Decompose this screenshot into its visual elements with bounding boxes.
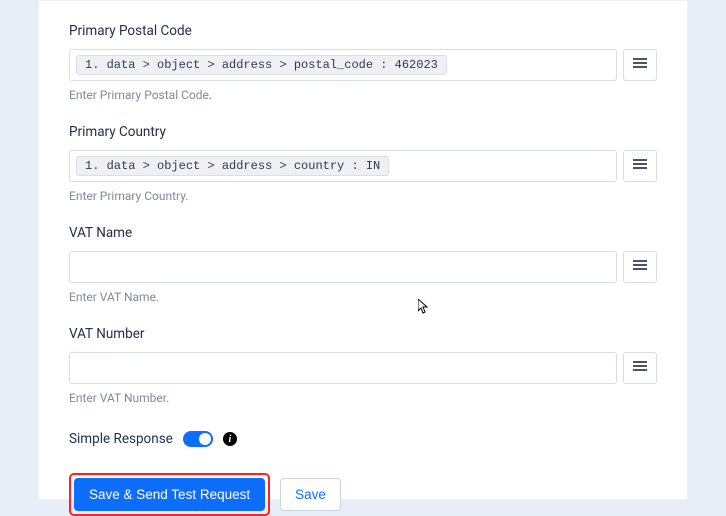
help-text-primary-postal-code: Enter Primary Postal Code. [69,88,657,102]
form-group-primary-country: Primary Country 1. data > object > addre… [69,124,657,203]
label-vat-number: VAT Number [69,326,657,342]
save-button[interactable]: Save [280,478,341,511]
button-row: Save & Send Test Request Save [69,473,657,516]
label-primary-postal-code: Primary Postal Code [69,23,657,39]
mapping-pill[interactable]: 1. data > object > address > country : I… [76,156,389,176]
menu-icon [632,358,648,378]
label-primary-country: Primary Country [69,124,657,140]
menu-button-vat-name[interactable] [623,251,657,283]
simple-response-toggle[interactable] [183,431,213,447]
input-row [69,251,657,283]
toggle-row-simple-response: Simple Response i [69,431,657,447]
vat-name-input[interactable] [69,251,617,283]
mapping-pill[interactable]: 1. data > object > address > postal_code… [76,55,447,75]
help-text-vat-name: Enter VAT Name. [69,290,657,304]
form-panel: Primary Postal Code 1. data > object > a… [38,0,688,500]
highlight-primary-button: Save & Send Test Request [69,473,270,516]
menu-icon [632,156,648,176]
help-text-primary-country: Enter Primary Country. [69,189,657,203]
toggle-label-simple-response: Simple Response [69,431,173,447]
form-group-vat-number: VAT Number Enter VAT Number. [69,326,657,405]
menu-button-primary-country[interactable] [623,150,657,182]
input-row [69,352,657,384]
input-row: 1. data > object > address > country : I… [69,150,657,182]
input-row: 1. data > object > address > postal_code… [69,49,657,81]
menu-icon [632,55,648,75]
toggle-knob [199,433,211,445]
form-group-vat-name: VAT Name Enter VAT Name. [69,225,657,304]
label-vat-name: VAT Name [69,225,657,241]
primary-postal-code-input[interactable]: 1. data > object > address > postal_code… [69,49,617,81]
info-icon[interactable]: i [223,432,237,446]
help-text-vat-number: Enter VAT Number. [69,391,657,405]
form-group-primary-postal-code: Primary Postal Code 1. data > object > a… [69,23,657,102]
primary-country-input[interactable]: 1. data > object > address > country : I… [69,150,617,182]
menu-icon [632,257,648,277]
save-send-test-request-button[interactable]: Save & Send Test Request [74,478,265,511]
menu-button-vat-number[interactable] [623,352,657,384]
vat-number-input[interactable] [69,352,617,384]
menu-button-primary-postal-code[interactable] [623,49,657,81]
